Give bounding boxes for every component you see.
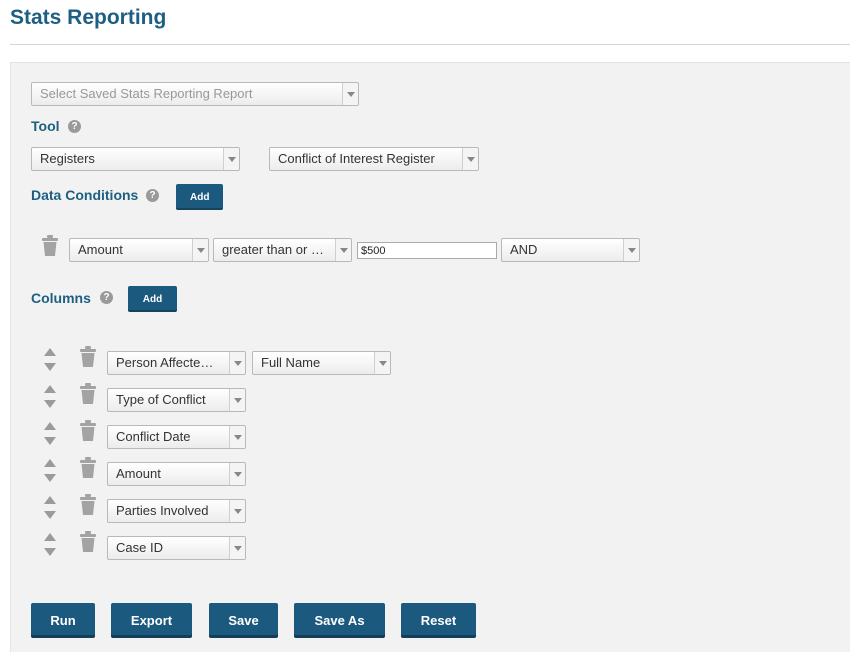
tool-label: Tool (31, 118, 60, 134)
reset-button[interactable]: Reset (401, 603, 476, 638)
dropdown-arrow-icon (623, 239, 639, 261)
help-icon[interactable]: ? (68, 120, 81, 133)
export-button[interactable]: Export (111, 603, 192, 638)
trash-icon[interactable] (41, 235, 59, 257)
trash-icon[interactable] (79, 531, 97, 553)
column-row-mover[interactable] (44, 385, 56, 411)
register-select[interactable]: Conflict of Interest Register (269, 147, 479, 171)
move-up-icon[interactable] (44, 459, 56, 467)
condition-operator-select[interactable]: greater than or … (213, 238, 352, 262)
condition-value-input[interactable] (357, 242, 497, 259)
trash-icon[interactable] (79, 346, 97, 368)
move-up-icon[interactable] (44, 385, 56, 393)
trash-icon[interactable] (79, 457, 97, 479)
data-conditions-label: Data Conditions (31, 187, 139, 203)
dropdown-arrow-icon (335, 239, 351, 261)
saved-report-select[interactable]: Select Saved Stats Reporting Report (31, 82, 359, 106)
register-value: Conflict of Interest Register (278, 151, 435, 166)
dropdown-arrow-icon (229, 500, 245, 522)
trash-icon[interactable] (79, 383, 97, 405)
trash-icon[interactable] (79, 420, 97, 442)
dropdown-arrow-icon (229, 389, 245, 411)
dropdown-arrow-icon (229, 426, 245, 448)
column-field-value: Parties Involved (116, 503, 209, 518)
move-down-icon[interactable] (44, 548, 56, 556)
column-field-select[interactable]: Parties Involved (107, 499, 246, 523)
move-up-icon[interactable] (44, 496, 56, 504)
move-up-icon[interactable] (44, 422, 56, 430)
move-up-icon[interactable] (44, 533, 56, 541)
column-row-mover[interactable] (44, 422, 56, 448)
dropdown-arrow-icon (462, 148, 478, 170)
column-field-select[interactable]: Type of Conflict (107, 388, 246, 412)
move-up-icon[interactable] (44, 348, 56, 356)
move-down-icon[interactable] (44, 474, 56, 482)
help-icon[interactable]: ? (146, 189, 159, 202)
saved-report-placeholder: Select Saved Stats Reporting Report (40, 86, 253, 101)
save-button[interactable]: Save (209, 603, 278, 638)
trash-icon[interactable] (79, 494, 97, 516)
column-field-select[interactable]: Person Affecte… (107, 351, 246, 375)
dropdown-arrow-icon (229, 537, 245, 559)
help-icon[interactable]: ? (100, 291, 113, 304)
column-field-select[interactable]: Case ID (107, 536, 246, 560)
dropdown-arrow-icon (229, 463, 245, 485)
column-field-value: Case ID (116, 540, 163, 555)
column-row-mover[interactable] (44, 496, 56, 522)
add-column-button[interactable]: Add (128, 286, 177, 312)
tool-type-select[interactable]: Registers (31, 147, 240, 171)
columns-label: Columns (31, 290, 91, 306)
dropdown-arrow-icon (374, 352, 390, 374)
condition-logic-select[interactable]: AND (501, 238, 640, 262)
column-subfield-value: Full Name (261, 355, 321, 370)
column-field-value: Person Affecte… (116, 355, 214, 370)
condition-operator-value: greater than or … (222, 242, 324, 257)
column-row-mover[interactable] (44, 533, 56, 559)
move-down-icon[interactable] (44, 363, 56, 371)
column-row-mover[interactable] (44, 348, 56, 374)
title-divider (10, 44, 850, 45)
column-field-value: Amount (116, 466, 161, 481)
column-field-value: Type of Conflict (116, 392, 206, 407)
add-condition-button[interactable]: Add (176, 184, 223, 210)
column-field-select[interactable]: Conflict Date (107, 425, 246, 449)
page-title: Stats Reporting (10, 6, 167, 29)
save-as-button[interactable]: Save As (294, 603, 385, 638)
condition-field-select[interactable]: Amount (69, 238, 209, 262)
dropdown-arrow-icon (229, 352, 245, 374)
run-button[interactable]: Run (31, 603, 95, 638)
column-field-value: Conflict Date (116, 429, 191, 444)
dropdown-arrow-icon (342, 83, 358, 105)
dropdown-arrow-icon (223, 148, 239, 170)
column-row-mover[interactable] (44, 459, 56, 485)
move-down-icon[interactable] (44, 437, 56, 445)
column-field-select[interactable]: Amount (107, 462, 246, 486)
condition-field-value: Amount (78, 242, 123, 257)
dropdown-arrow-icon (192, 239, 208, 261)
move-down-icon[interactable] (44, 400, 56, 408)
tool-type-value: Registers (40, 151, 95, 166)
move-down-icon[interactable] (44, 511, 56, 519)
condition-logic-value: AND (510, 242, 538, 257)
column-subfield-select[interactable]: Full Name (252, 351, 391, 375)
